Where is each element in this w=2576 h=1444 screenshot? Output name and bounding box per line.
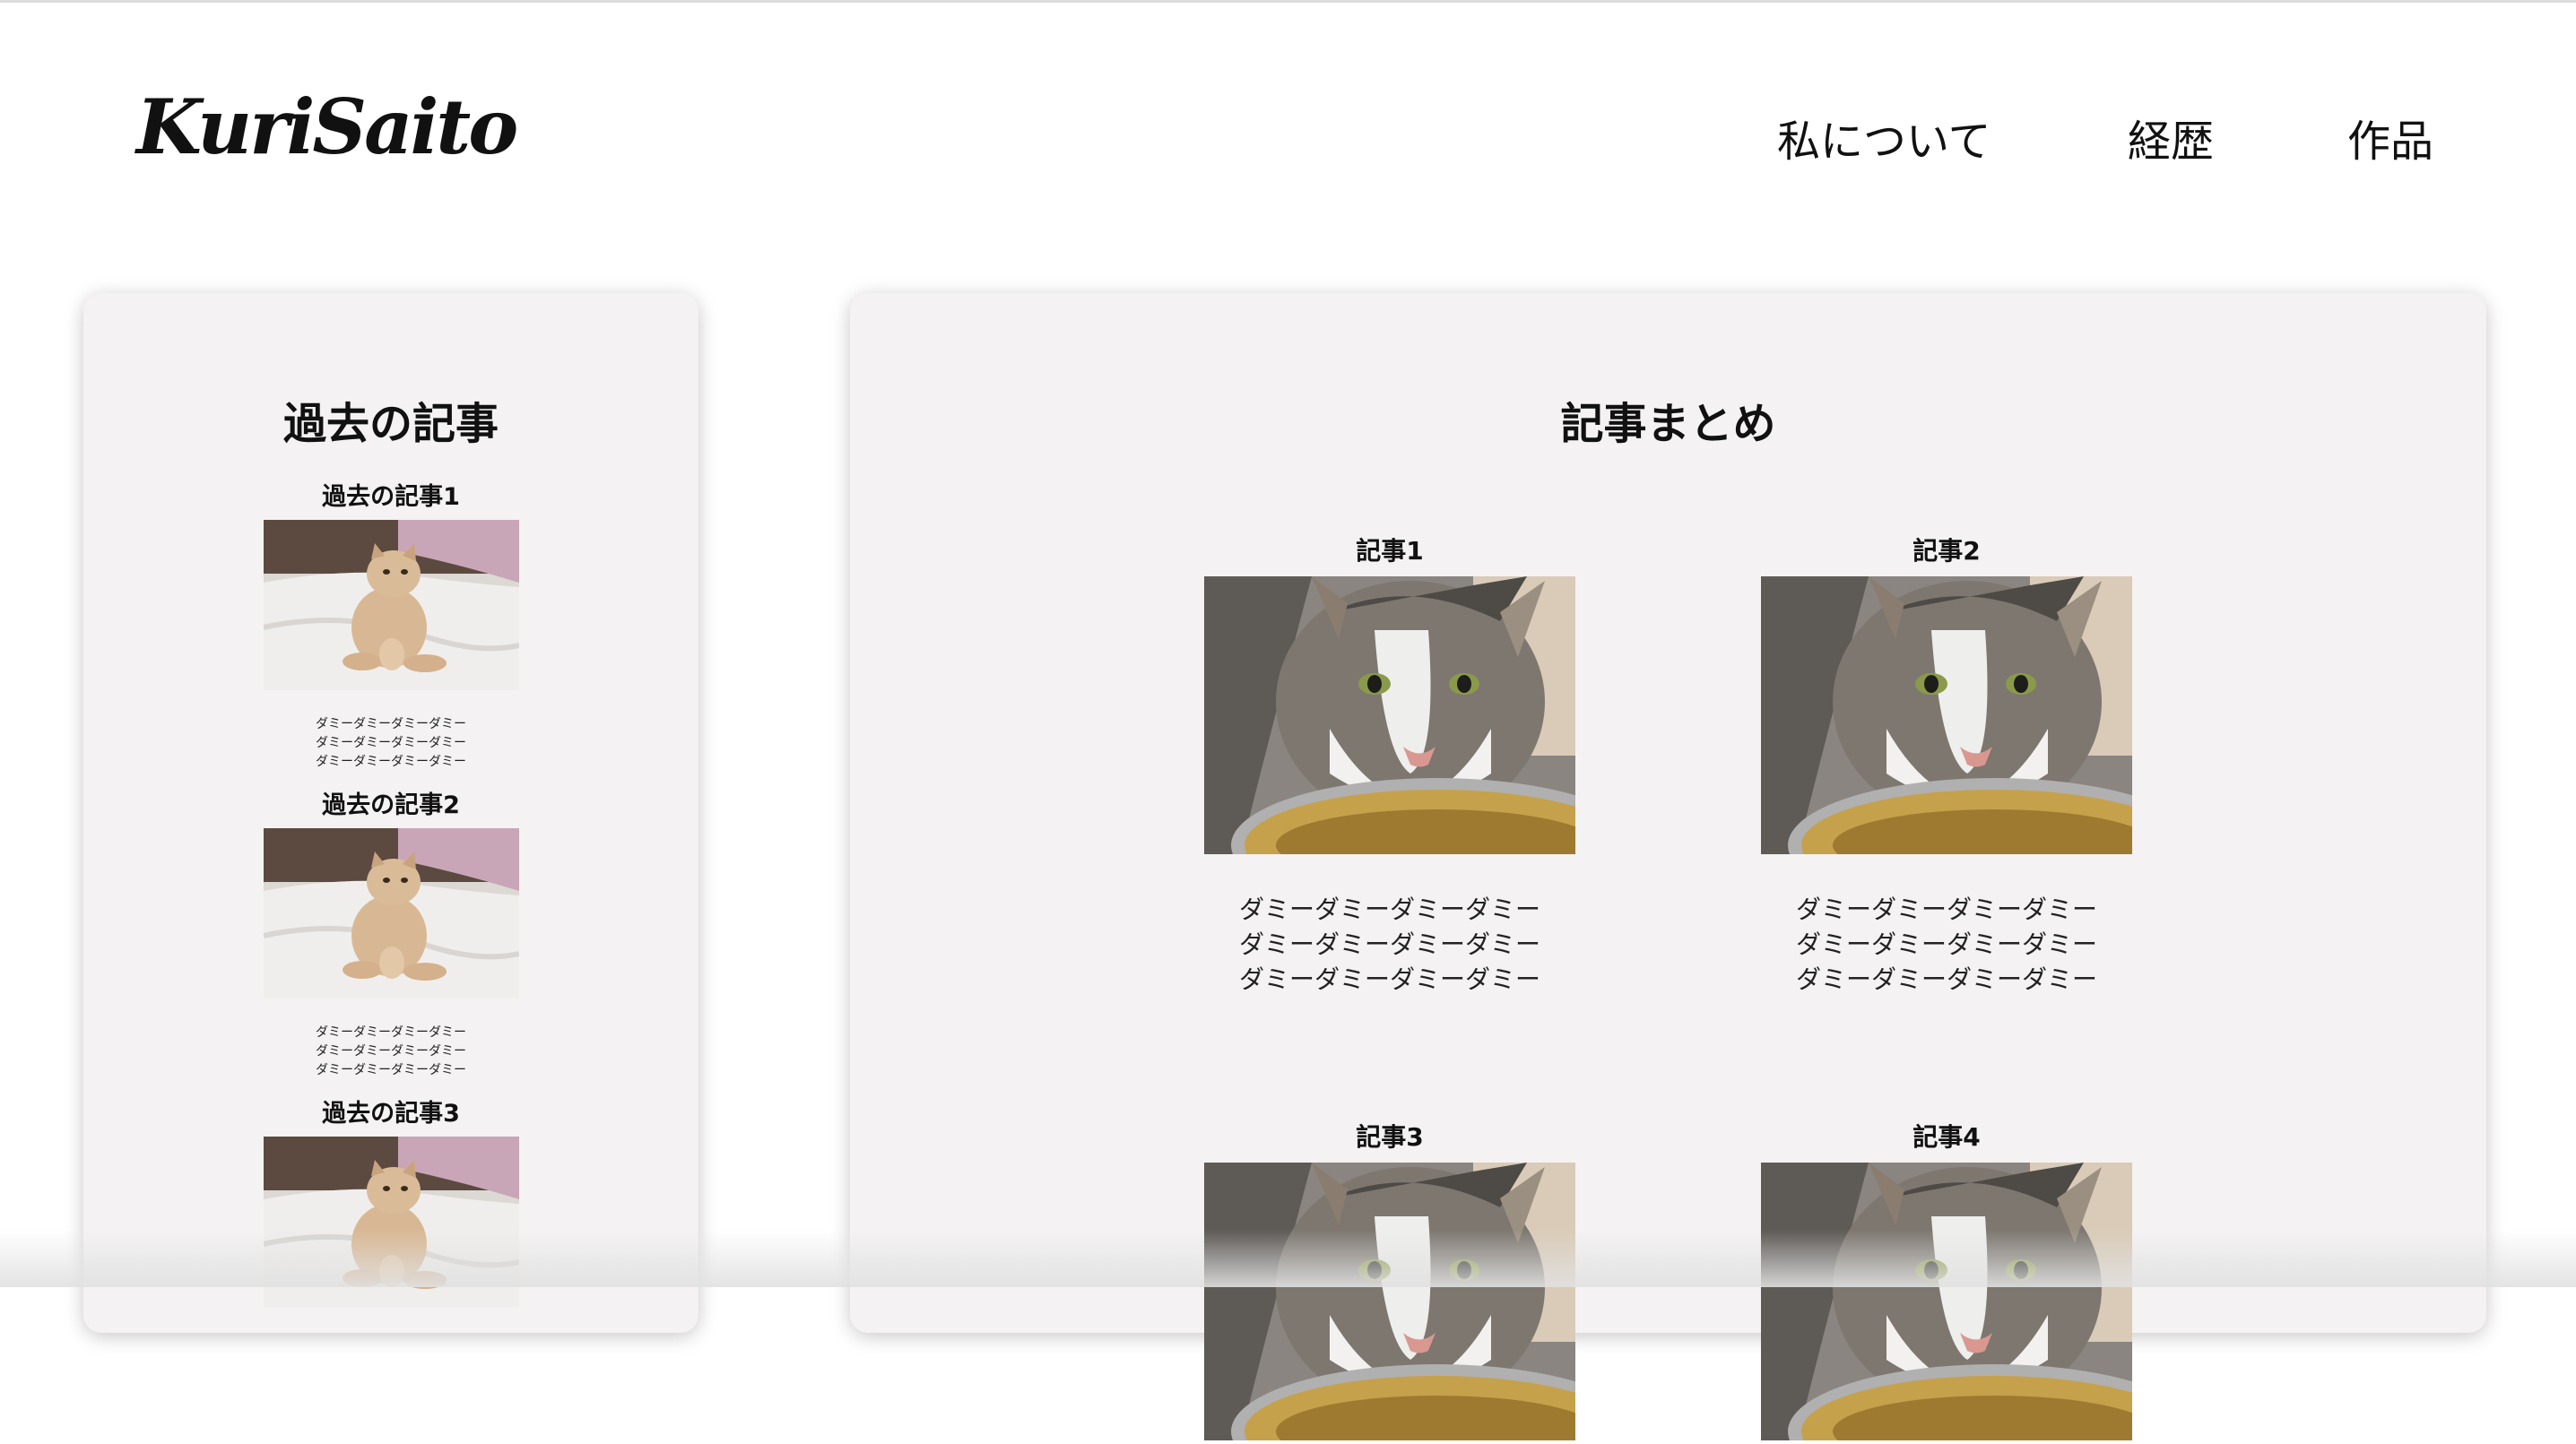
main-title: 記事まとめ bbox=[1560, 399, 1776, 449]
past-article-item[interactable]: 過去の記事1 ダミーダミーダミーダミー ダミーダミーダミーダミー ダミーダミーダ… bbox=[83, 482, 698, 772]
article-title[interactable]: 記事3 bbox=[1204, 1121, 1575, 1154]
nav-works-link[interactable]: 作品 bbox=[2347, 115, 2433, 169]
cat-eating-photo[interactable] bbox=[1204, 576, 1575, 854]
article-card[interactable]: 記事1 ダミーダミーダミーダミー ダミーダミーダミーダミー ダミーダミーダミーダ… bbox=[1204, 535, 1575, 997]
article-excerpt: ダミーダミーダミーダミー ダミーダミーダミーダミー ダミーダミーダミーダミー bbox=[1238, 895, 1540, 994]
bottom-shadow-fade bbox=[0, 1230, 2576, 1287]
nav-career-link[interactable]: 経歴 bbox=[2128, 115, 2214, 169]
sidebar-title: 過去の記事 bbox=[282, 399, 499, 449]
article-summary-panel: 記事まとめ 記事1 ダミーダミーダミーダミー ダミーダミーダミーダミー ダミーダ… bbox=[850, 293, 2486, 1333]
cat-eating-photo[interactable] bbox=[1761, 576, 2132, 854]
sitting-cat-photo[interactable] bbox=[264, 520, 519, 690]
past-article-excerpt: ダミーダミーダミーダミー ダミーダミーダミーダミー ダミーダミーダミーダミー bbox=[316, 717, 466, 769]
past-article-item[interactable]: 過去の記事2 ダミーダミーダミーダミー ダミーダミーダミーダミー ダミーダミーダ… bbox=[83, 791, 698, 1080]
article-excerpt: ダミーダミーダミーダミー ダミーダミーダミーダミー ダミーダミーダミーダミー bbox=[1795, 895, 2097, 994]
article-title[interactable]: 記事1 bbox=[1204, 535, 1575, 567]
past-article-excerpt: ダミーダミーダミーダミー ダミーダミーダミーダミー ダミーダミーダミーダミー bbox=[316, 1025, 466, 1077]
main-nav: 私について 経歴 作品 bbox=[0, 115, 2576, 169]
sitting-cat-photo[interactable] bbox=[264, 828, 519, 999]
article-title[interactable]: 記事2 bbox=[1761, 535, 2132, 567]
past-article-title[interactable]: 過去の記事2 bbox=[83, 791, 698, 821]
past-articles-sidebar: 過去の記事 過去の記事1 ダミーダミーダミーダミー ダミーダミーダミーダミー ダ… bbox=[83, 293, 698, 1333]
article-title[interactable]: 記事4 bbox=[1761, 1121, 2132, 1154]
article-card[interactable]: 記事2 ダミーダミーダミーダミー ダミーダミーダミーダミー ダミーダミーダミーダ… bbox=[1761, 535, 2132, 997]
top-border bbox=[0, 0, 2576, 3]
past-article-title[interactable]: 過去の記事1 bbox=[83, 482, 698, 513]
cat-eating-photo[interactable] bbox=[1761, 1163, 2132, 1440]
nav-about-link[interactable]: 私について bbox=[1777, 115, 1991, 169]
past-article-title[interactable]: 過去の記事3 bbox=[83, 1099, 698, 1129]
cat-eating-photo[interactable] bbox=[1204, 1163, 1575, 1440]
